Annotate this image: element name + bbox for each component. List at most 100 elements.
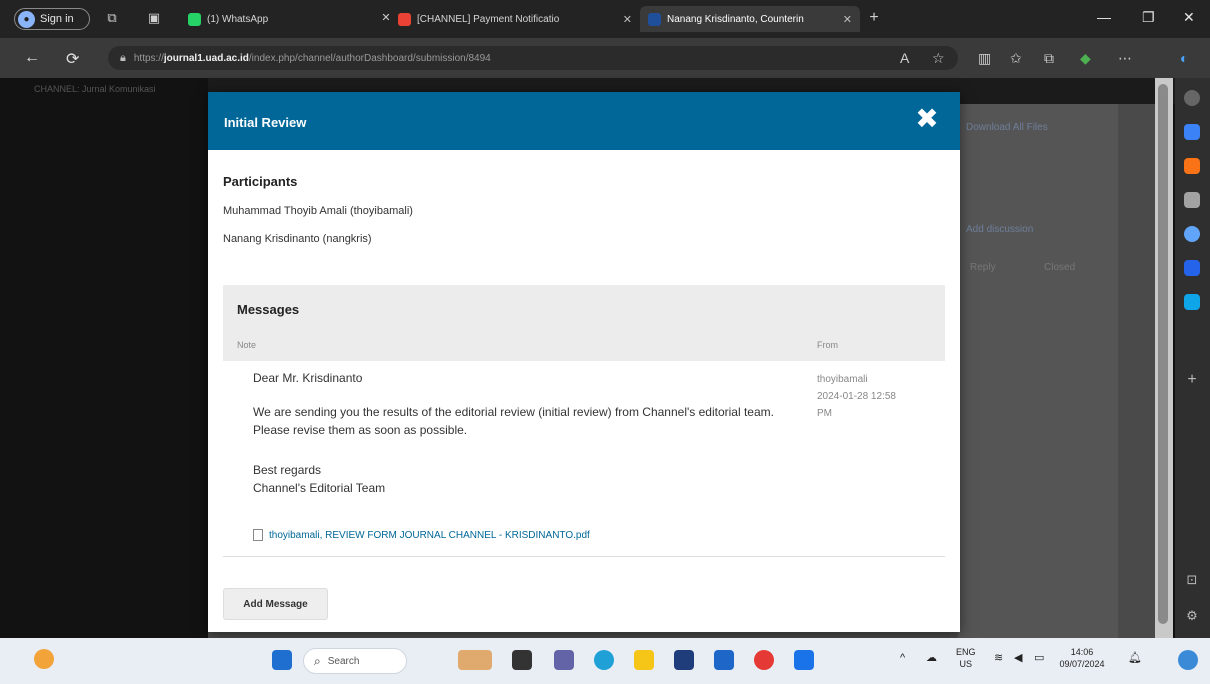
- participant-item: Nanang Krisdinanto (nangkris): [223, 233, 372, 245]
- messages-header: Messages Note From: [223, 285, 945, 361]
- onedrive-icon[interactable]: ☁: [926, 652, 937, 664]
- address-bar-row: ← ⟳ 🔒︎ https:// journal1.uad.ac.id /inde…: [0, 38, 1210, 78]
- show-hidden-icons[interactable]: ^: [900, 652, 905, 664]
- gmail-icon: [398, 12, 411, 26]
- participants-heading: Participants: [223, 174, 298, 189]
- widgets-icon[interactable]: [458, 650, 492, 670]
- note-column-header: Note: [237, 340, 257, 350]
- journal-favicon-icon: [648, 12, 661, 26]
- favorite-star-icon[interactable]: ☆: [932, 50, 945, 67]
- participant-item: Muhammad Thoyib Amali (thoyibamali): [223, 205, 413, 217]
- message-row: Dear Mr. Krisdinanto We are sending you …: [223, 361, 945, 557]
- chrome-icon[interactable]: [754, 650, 774, 670]
- download-all-files-link: Download All Files: [966, 122, 1048, 133]
- sign-in-label: Sign in: [40, 13, 74, 25]
- task-view-icon[interactable]: [512, 650, 532, 670]
- sidebar-settings-icon[interactable]: ⚙: [1184, 608, 1200, 624]
- close-tab-icon[interactable]: ✕: [835, 13, 852, 26]
- messages-panel: Messages Note From Dear Mr. Krisdinanto …: [223, 285, 945, 558]
- extension-icon[interactable]: ◆: [1080, 50, 1091, 67]
- collections-icon[interactable]: ⧉: [1044, 50, 1054, 67]
- start-icon[interactable]: [272, 650, 292, 670]
- taskbar-search[interactable]: ⌕ Search: [303, 648, 407, 674]
- add-discussion-link: Add discussion: [966, 224, 1034, 235]
- weather-icon[interactable]: [34, 649, 54, 669]
- wifi-icon[interactable]: ≋: [994, 652, 1003, 664]
- send-icon[interactable]: [1184, 294, 1200, 310]
- left-navigation: CHANNEL: Jurnal Komunikasi: [0, 78, 208, 638]
- region-code: US: [959, 659, 973, 669]
- language-code: ENG: [956, 647, 976, 657]
- url-scheme: https://: [133, 52, 164, 64]
- refresh-icon[interactable]: ⟳: [66, 49, 79, 69]
- teams-icon[interactable]: [554, 650, 574, 670]
- clock[interactable]: 14:06 09/07/2024: [1054, 646, 1110, 670]
- url-path: /index.php/channel/authorDashboard/submi…: [248, 52, 491, 64]
- modal-title: Initial Review: [224, 115, 307, 130]
- hide-sidebar-icon[interactable]: ⊡: [1184, 572, 1200, 588]
- tab-label: (1) WhatsApp: [207, 13, 269, 25]
- messages-heading: Messages: [237, 302, 300, 317]
- edge-icon[interactable]: [594, 650, 614, 670]
- attachment-filename: thoyibamali, REVIEW FORM JOURNAL CHANNEL…: [269, 529, 590, 541]
- message-signature: Channel's Editorial Team: [253, 481, 386, 495]
- initial-review-modal: Initial Review ✖ Participants Muhammad T…: [208, 92, 960, 632]
- edge-sidebar: + ⊡ ⚙: [1175, 78, 1210, 638]
- more-menu-icon[interactable]: ⋯: [1118, 50, 1132, 67]
- document-icon: [253, 529, 263, 541]
- clock-date: 09/07/2024: [1059, 659, 1105, 669]
- tab-label: Nanang Krisdinanto, Counterin: [667, 13, 804, 25]
- close-tab-icon[interactable]: ✕: [615, 13, 632, 26]
- workspaces-icon[interactable]: ⧉: [104, 10, 120, 26]
- add-sidebar-app-icon[interactable]: +: [1184, 372, 1200, 388]
- from-date: 2024-01-28 12:58: [817, 391, 896, 402]
- message-from: thoyibamali 2024-01-28 12:58 PM: [817, 371, 937, 422]
- games-icon[interactable]: [1184, 226, 1200, 242]
- store-icon[interactable]: [674, 650, 694, 670]
- sign-in-button[interactable]: ● Sign in: [14, 8, 90, 30]
- office-icon[interactable]: [1184, 260, 1200, 276]
- search-sidebar-icon[interactable]: [1184, 90, 1200, 106]
- message-greeting: Dear Mr. Krisdinanto: [253, 371, 363, 385]
- back-icon[interactable]: ←: [24, 49, 40, 67]
- file-explorer-icon[interactable]: [634, 650, 654, 670]
- battery-icon[interactable]: ▭: [1034, 652, 1044, 664]
- tab-whatsapp[interactable]: (1) WhatsApp: [180, 6, 370, 32]
- restore-icon[interactable]: ❐: [1142, 9, 1155, 26]
- tab-gmail[interactable]: [CHANNEL] Payment Notificatio ✕: [390, 6, 640, 32]
- split-screen-icon[interactable]: ▥: [978, 50, 991, 67]
- mail-icon[interactable]: [714, 650, 734, 670]
- scrollbar-thumb[interactable]: [1158, 84, 1168, 624]
- search-placeholder: Search: [327, 655, 360, 667]
- whatsapp-icon: [188, 12, 201, 26]
- add-message-button[interactable]: Add Message: [223, 588, 328, 620]
- lock-icon: 🔒︎: [120, 51, 126, 64]
- attachment-link[interactable]: thoyibamali, REVIEW FORM JOURNAL CHANNEL…: [253, 529, 590, 541]
- close-window-icon[interactable]: ✕: [1183, 9, 1195, 26]
- minimize-icon[interactable]: —: [1097, 9, 1111, 25]
- word-icon[interactable]: [794, 650, 814, 670]
- read-aloud-icon[interactable]: A: [900, 50, 909, 66]
- message-body: We are sending you the results of the ed…: [253, 405, 774, 437]
- background-panel: Download All Files Add discussion Reply …: [958, 104, 1118, 638]
- new-tab-button[interactable]: +: [866, 10, 882, 26]
- address-bar[interactable]: 🔒︎ https:// journal1.uad.ac.id /index.ph…: [108, 46, 958, 70]
- closed-column: Closed: [1044, 262, 1076, 273]
- language-indicator[interactable]: ENG US: [956, 646, 976, 670]
- tab-journal-active[interactable]: Nanang Krisdinanto, Counterin ✕: [640, 6, 860, 32]
- site-brand: CHANNEL: Jurnal Komunikasi: [34, 84, 156, 94]
- tab-actions-icon[interactable]: ▣: [146, 10, 162, 26]
- favorites-icon[interactable]: ✩: [1010, 50, 1022, 67]
- clock-time: 14:06: [1070, 647, 1094, 657]
- tools-icon[interactable]: [1184, 192, 1200, 208]
- copilot-icon[interactable]: ◐: [1180, 50, 1188, 66]
- copilot-taskbar-icon[interactable]: [1178, 650, 1198, 670]
- notification-icon[interactable]: 🔔︎: [1128, 652, 1142, 664]
- from-time: PM: [817, 408, 832, 419]
- profile-icon: ●: [18, 10, 35, 28]
- close-modal-button[interactable]: ✖: [914, 105, 940, 133]
- shopping-icon[interactable]: [1184, 158, 1200, 174]
- tab-label: [CHANNEL] Payment Notificatio: [417, 13, 560, 25]
- tag-icon[interactable]: [1184, 124, 1200, 140]
- volume-icon[interactable]: ◀: [1014, 652, 1022, 664]
